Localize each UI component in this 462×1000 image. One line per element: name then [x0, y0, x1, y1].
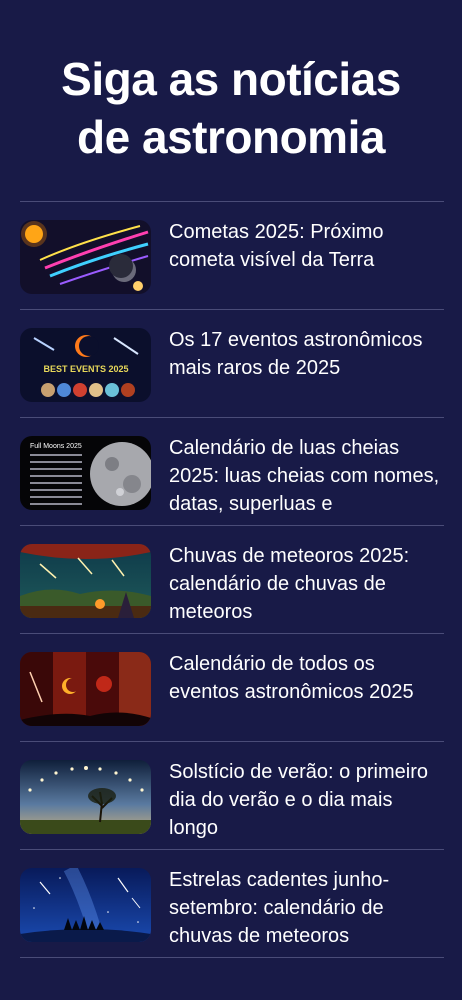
shooting-stars-thumbnail[interactable]: [20, 868, 151, 942]
page-title: Siga as notícias de astronomia: [0, 0, 462, 166]
article-headline[interactable]: Estrelas cadentes junho-setembro: calend…: [169, 866, 444, 950]
page-title-line-2: de astronomia: [77, 111, 385, 163]
article-list: Cometas 2025: Próximo cometa visível da …: [20, 201, 444, 958]
article-item-all-events[interactable]: Calendário de todos os eventos astronômi…: [20, 634, 444, 742]
article-headline[interactable]: Solstício de verão: o primeiro dia do ve…: [169, 758, 444, 842]
article-headline[interactable]: Calendário de todos os eventos astronômi…: [169, 650, 444, 734]
comets-thumbnail[interactable]: [20, 220, 151, 294]
article-headline[interactable]: Os 17 eventos astronômicos mais raros de…: [169, 326, 444, 410]
meteor-shower-thumbnail[interactable]: [20, 544, 151, 618]
article-headline[interactable]: Chuvas de meteoros 2025: calendário de c…: [169, 542, 444, 626]
article-headline[interactable]: Calendário de luas cheias 2025: luas che…: [169, 434, 444, 518]
full-moons-thumbnail[interactable]: Full Moons 2025: [20, 436, 151, 510]
article-item-full-moons[interactable]: Full Moons 2025 Calendário de luas cheia…: [20, 418, 444, 526]
news-page: Siga as notícias de astronomia Cometas 2…: [0, 0, 462, 1000]
solstice-thumbnail[interactable]: [20, 760, 151, 834]
rare-events-thumbnail[interactable]: BEST EVENTS 2025: [20, 328, 151, 402]
article-item-solstice[interactable]: Solstício de verão: o primeiro dia do ve…: [20, 742, 444, 850]
eclipse-thumbnail[interactable]: [20, 652, 151, 726]
article-item-rare-events[interactable]: BEST EVENTS 2025 Os 17 eventos astronômi…: [20, 310, 444, 418]
article-headline[interactable]: Cometas 2025: Próximo cometa visível da …: [169, 218, 444, 302]
article-item-meteor-showers[interactable]: Chuvas de meteoros 2025: calendário de c…: [20, 526, 444, 634]
rare-events-caption: BEST EVENTS 2025: [43, 364, 128, 374]
article-item-shooting-stars[interactable]: Estrelas cadentes junho-setembro: calend…: [20, 850, 444, 958]
article-item-comets[interactable]: Cometas 2025: Próximo cometa visível da …: [20, 202, 444, 310]
page-title-line-1: Siga as notícias: [61, 53, 401, 105]
full-moons-caption: Full Moons 2025: [30, 443, 82, 450]
